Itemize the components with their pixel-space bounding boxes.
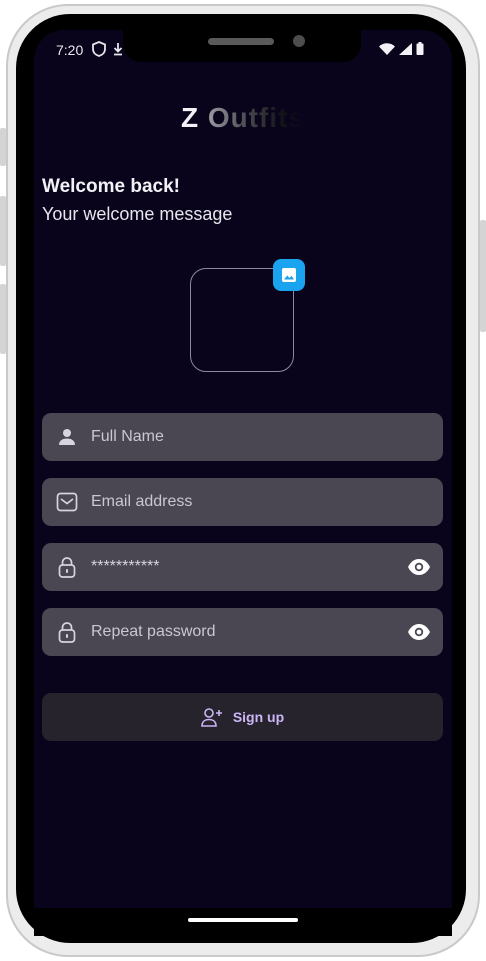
eye-icon[interactable]	[407, 556, 431, 578]
full-name-input[interactable]	[91, 413, 391, 461]
email-input[interactable]	[91, 478, 391, 526]
status-time: 7:20	[56, 42, 84, 58]
add-user-icon	[201, 708, 222, 727]
repeat-password-input[interactable]	[91, 608, 391, 656]
app-title: Z Outfits	[0, 102, 486, 134]
full-name-field[interactable]	[42, 413, 443, 461]
signal-icon	[399, 42, 412, 55]
pick-image-button[interactable]	[273, 259, 305, 291]
mail-icon	[56, 492, 78, 512]
repeat-password-field[interactable]	[42, 608, 443, 656]
speaker-grille	[208, 38, 274, 45]
side-button-right	[480, 220, 486, 332]
welcome-subtitle: Your welcome message	[42, 204, 233, 224]
side-button-left-low	[0, 284, 6, 354]
wifi-icon	[379, 42, 395, 55]
eye-icon[interactable]	[407, 621, 431, 643]
camera-notch	[123, 26, 361, 62]
front-camera	[293, 35, 305, 47]
app-title-rest: Outfits	[207, 102, 306, 133]
sign-up-label: Sign up	[232, 709, 285, 725]
battery-icon	[416, 42, 424, 55]
lock-icon	[58, 622, 76, 643]
status-icons-left	[92, 41, 124, 57]
status-icons-right	[379, 42, 424, 55]
navigation-bar	[34, 908, 452, 936]
lock-icon	[58, 557, 76, 578]
home-indicator[interactable]	[188, 918, 298, 922]
image-icon	[282, 268, 296, 282]
side-button-left-mid	[0, 196, 6, 266]
password-input[interactable]	[91, 543, 391, 591]
shield-icon	[92, 41, 106, 57]
sign-up-button[interactable]: Sign up	[42, 693, 443, 741]
welcome-title: Welcome back!	[42, 176, 180, 197]
person-icon	[59, 429, 75, 445]
app-title-initial: Z	[180, 102, 200, 133]
email-field[interactable]	[42, 478, 443, 526]
password-field[interactable]	[42, 543, 443, 591]
